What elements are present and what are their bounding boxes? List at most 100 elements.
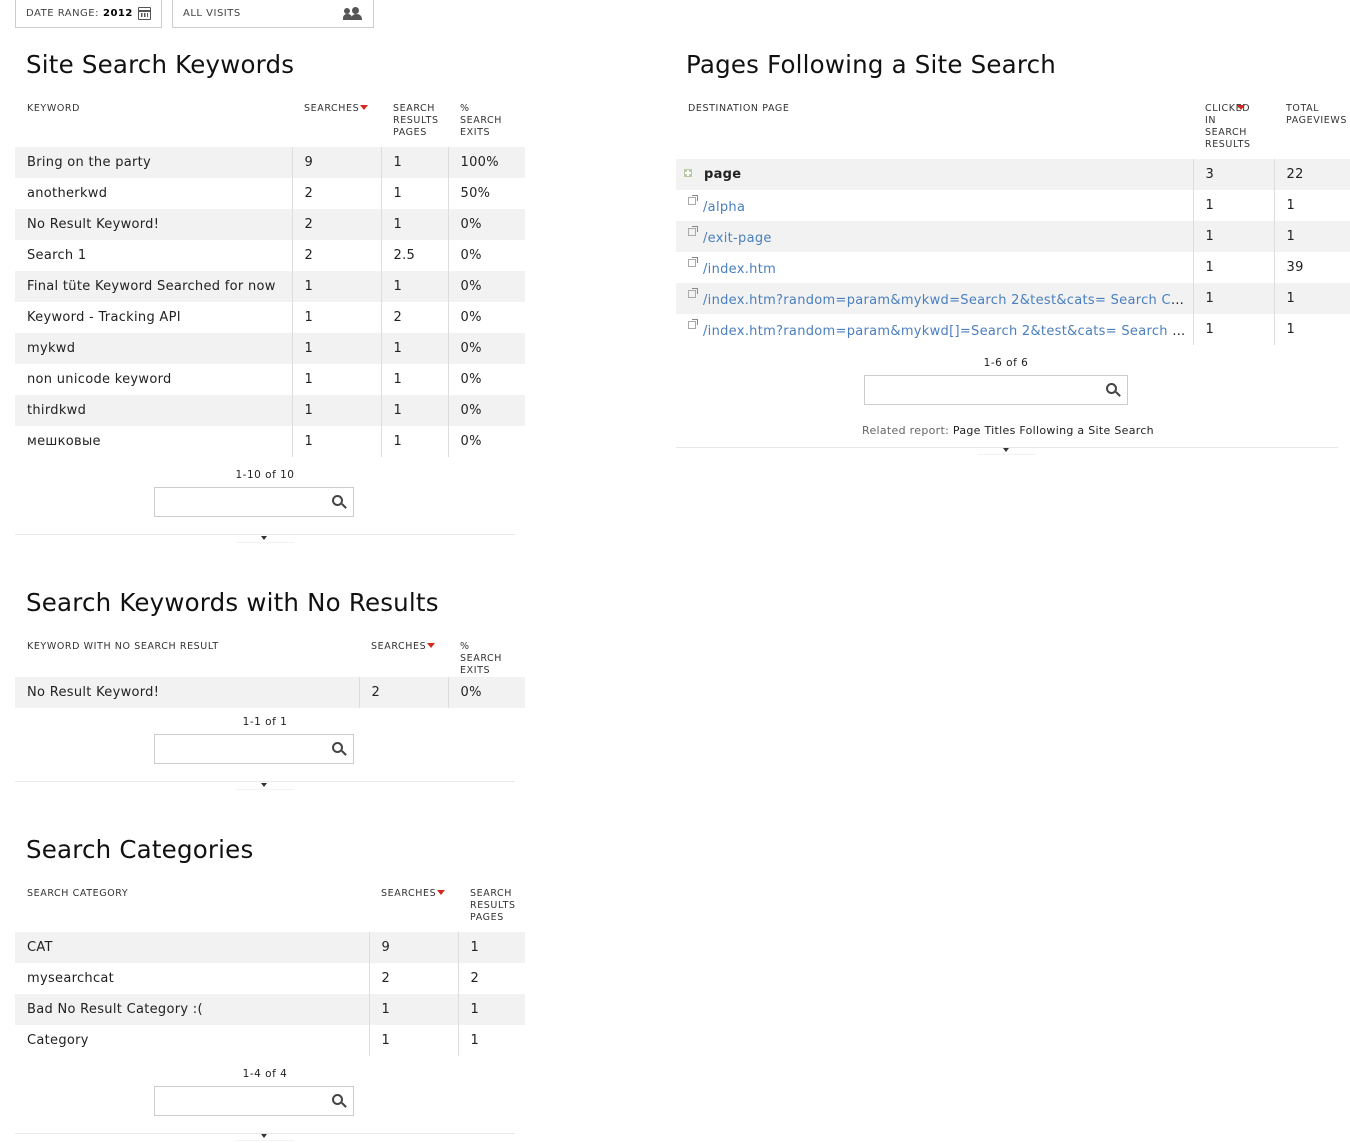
date-range-label: DATE RANGE: [26, 8, 99, 19]
table-row[interactable]: Category 1 1 [15, 1025, 525, 1056]
segment-selector[interactable]: ALL VISITS [172, 0, 374, 28]
column-header-keyword[interactable]: KEYWORD [15, 97, 292, 147]
column-header-search-exits[interactable]: % SEARCH EXITS [448, 635, 525, 677]
row-value: 1 [291, 271, 381, 302]
page-link[interactable]: /alpha [703, 200, 745, 215]
column-header-destination-page[interactable]: DESTINATION PAGE [676, 97, 1193, 159]
row-value: 0% [447, 333, 525, 364]
row-label: mysearchcat [27, 971, 115, 986]
row-value: 1 [1273, 314, 1350, 345]
row-value: 22 [1273, 159, 1350, 190]
related-report-link[interactable]: Page Titles Following a Site Search [953, 424, 1154, 437]
search-icon[interactable] [332, 495, 343, 506]
expand-footer-icon[interactable] [978, 445, 1036, 455]
column-header-search-exits[interactable]: % SEARCH EXITS [448, 97, 525, 147]
table-row-group[interactable]: page 3 22 [676, 159, 1350, 190]
date-range-value: 2012 [103, 8, 133, 19]
date-range-selector[interactable]: DATE RANGE: 2012 [15, 0, 162, 28]
table-row[interactable]: No Result Keyword! 2 1 0% [15, 209, 525, 240]
segment-label: ALL VISITS [183, 8, 241, 19]
search-input[interactable] [154, 487, 354, 517]
search-icon[interactable] [332, 1094, 343, 1105]
table-row[interactable]: мешковые 1 1 0% [15, 426, 525, 457]
pages-following-widget: Pages Following a Site Search DESTINATIO… [676, 40, 1350, 470]
table-row[interactable]: /index.htm 1 39 [676, 252, 1350, 283]
column-header-searches[interactable]: SEARCHES [292, 97, 381, 147]
table-row[interactable]: /index.htm?random=param&mykwd=Search 2&t… [676, 283, 1350, 314]
page-link[interactable]: /index.htm?random=param&mykwd[]=Search 2… [703, 324, 1193, 339]
row-value: 1 [368, 1025, 458, 1056]
row-label: page [676, 159, 1193, 190]
search-categories-widget: Search Categories SEARCH CATEGORY SEARCH… [15, 825, 525, 1143]
expand-footer-icon[interactable] [236, 533, 294, 543]
table-row[interactable]: anotherkwd 2 1 50% [15, 178, 525, 209]
page-link[interactable]: /exit-page [703, 231, 772, 246]
table-row[interactable]: /alpha 1 1 [676, 190, 1350, 221]
row-value: 3 [1192, 159, 1274, 190]
table-row[interactable]: Search 1 2 2.5 0% [15, 240, 525, 271]
column-header-searches[interactable]: SEARCHES [369, 882, 458, 932]
page-link[interactable]: /index.htm?random=param&mykwd=Search 2&t… [703, 293, 1193, 308]
external-link-icon[interactable] [688, 287, 698, 298]
expand-footer-icon[interactable] [236, 780, 294, 790]
row-value: 0% [447, 302, 525, 333]
row-label: /index.htm?random=param&mykwd[]=Search 2… [676, 314, 1193, 345]
row-value: 1 [368, 994, 458, 1025]
row-label: Keyword - Tracking API [27, 310, 181, 325]
table-row[interactable]: mykwd 1 1 0% [15, 333, 525, 364]
users-icon [343, 7, 363, 20]
row-value: 1 [457, 994, 525, 1025]
expand-plus-icon[interactable] [684, 169, 692, 177]
external-link-icon[interactable] [688, 225, 698, 236]
table-row[interactable]: non unicode keyword 1 1 0% [15, 364, 525, 395]
column-header-search-results-pages[interactable]: SEARCH RESULTS PAGES [458, 882, 525, 932]
table-row[interactable]: mysearchcat 2 2 [15, 963, 525, 994]
column-header-keyword-no-result[interactable]: KEYWORD WITH NO SEARCH RESULT [15, 635, 359, 677]
external-link-icon[interactable] [688, 318, 698, 329]
table-row[interactable]: Final tüte Keyword Searched for now 1 1 0% [15, 271, 525, 302]
row-value: 1 [291, 302, 381, 333]
table-row[interactable]: Keyword - Tracking API 1 2 0% [15, 302, 525, 333]
row-value: 2 [457, 963, 525, 994]
search-icon[interactable] [332, 742, 343, 753]
calendar-icon [137, 7, 151, 20]
row-label: thirdkwd [15, 395, 292, 426]
table-row[interactable]: Bring on the party 9 1 100% [15, 147, 525, 178]
related-report: Related report: Page Titles Following a … [862, 424, 1154, 437]
external-link-icon[interactable] [688, 194, 698, 205]
row-value: 1 [1192, 190, 1274, 221]
column-header-search-category[interactable]: SEARCH CATEGORY [15, 882, 369, 932]
page-link[interactable]: /index.htm [703, 262, 776, 277]
row-value: 1 [291, 333, 381, 364]
row-value: 0% [447, 395, 525, 426]
site-search-keywords-widget: Site Search Keywords KEYWORD SEARCHES SE… [15, 40, 525, 550]
pagination-info: 1-6 of 6 [983, 357, 1029, 369]
sort-desc-icon [1237, 105, 1245, 110]
table-row[interactable]: No Result Keyword! 2 0% [15, 677, 525, 708]
row-value: 1 [291, 364, 381, 395]
search-input[interactable] [154, 734, 354, 764]
row-label: non unicode keyword [27, 372, 172, 387]
table-row[interactable]: CAT 9 1 [15, 932, 525, 963]
table-row[interactable]: Bad No Result Category :(1 1 [15, 994, 525, 1025]
table-row[interactable]: /exit-page 1 1 [676, 221, 1350, 252]
table-row[interactable]: /index.htm?random=param&mykwd[]=Search 2… [676, 314, 1350, 345]
row-value: 1 [1192, 314, 1274, 345]
external-link-icon[interactable] [688, 256, 698, 267]
table-row[interactable]: thirdkwd 1 1 0% [15, 395, 525, 426]
search-input[interactable] [864, 375, 1128, 405]
column-header-search-results-pages[interactable]: SEARCH RESULTS PAGES [381, 97, 448, 147]
row-value: 1 [1273, 283, 1350, 314]
expand-footer-icon[interactable] [236, 1131, 294, 1141]
categories-table: SEARCH CATEGORY SEARCHES SEARCH RESULTS … [15, 882, 525, 1056]
row-value: 9 [291, 147, 381, 178]
column-header-clicked-in-search-results[interactable]: CLICKED IN SEARCH RESULTS [1193, 97, 1274, 159]
column-header-total-pageviews[interactable]: TOTAL PAGEVIEWS [1274, 97, 1350, 159]
row-value: 1 [380, 147, 448, 178]
row-label: CAT [15, 932, 369, 963]
widget-title: Search Keywords with No Results [26, 588, 439, 617]
search-icon[interactable] [1106, 383, 1117, 394]
widget-title: Pages Following a Site Search [686, 50, 1056, 79]
search-input[interactable] [154, 1086, 354, 1116]
column-header-searches[interactable]: SEARCHES [359, 635, 448, 677]
